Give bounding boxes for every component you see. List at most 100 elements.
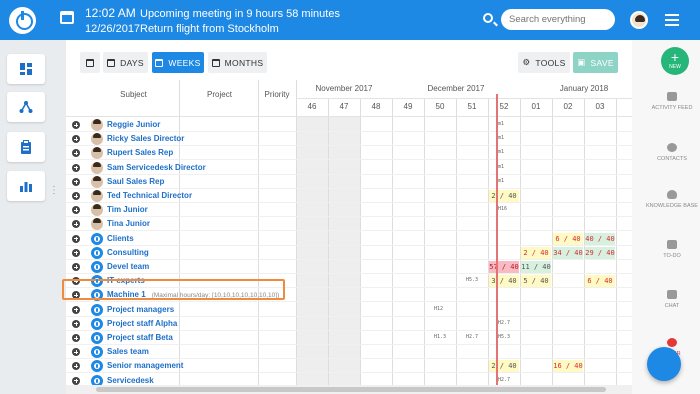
allocation-cell[interactable]: 2 / 40 [489,360,519,373]
allocation-hours[interactable]: m1 [498,178,504,184]
allocation-hours[interactable]: H1.3 [434,334,446,340]
resource-name[interactable]: Servicedesk [107,376,154,385]
logo-icon[interactable] [9,7,36,34]
resource-name[interactable]: Ricky Sales Director [107,134,184,143]
allocation-hours[interactable]: H2.7 [466,334,478,340]
expand-icon[interactable] [72,248,80,257]
expand-icon[interactable] [72,149,80,158]
days-button[interactable]: DAYS [103,52,148,73]
allocation-hours[interactable]: H5.3 [466,277,478,283]
contacts-link[interactable]: CONTACTS [642,143,700,163]
allocation-hours[interactable]: H2.7 [498,377,510,383]
allocation-cell[interactable]: 34 / 40 [553,246,583,259]
resource-name[interactable]: Tina Junior [107,219,150,228]
week-label[interactable]: 49 [392,102,424,111]
dashboard-button[interactable] [7,54,45,84]
allocation-cell[interactable]: 11 / 40 [521,261,551,273]
allocation-cell[interactable]: 6 / 40 [585,275,615,288]
calendar-icon[interactable] [60,11,74,24]
allocation-hours[interactable]: H12 [434,306,443,312]
allocation-cell[interactable]: 57 / 40 [489,261,519,273]
priority-header[interactable]: Priority [261,90,293,99]
allocation-cell[interactable]: 3 / 40 [489,275,519,288]
allocation-cell[interactable]: 16 / 40 [553,360,583,373]
allocation-hours[interactable]: m1 [498,164,504,170]
allocation-hours[interactable]: H2.7 [498,320,510,326]
resource-name[interactable]: Devel team [107,262,149,271]
allocation-hours[interactable]: H16 [498,206,507,212]
week-label[interactable]: 48 [360,102,392,111]
week-label[interactable]: 03 [584,102,616,111]
search-icon[interactable] [483,13,493,23]
resource-name[interactable]: Sam Servicedesk Director [107,163,206,172]
allocation-cell[interactable]: 2 / 40 [489,190,519,202]
expand-icon[interactable] [72,234,80,243]
resource-name[interactable]: Senior management [107,361,183,370]
project-header[interactable]: Project [181,90,258,99]
expand-icon[interactable] [72,348,80,357]
allocation-cell[interactable]: 6 / 40 [553,232,583,245]
week-label[interactable]: 01 [520,102,552,111]
allocation-hours[interactable]: m1 [498,121,504,127]
search-input[interactable] [501,9,615,30]
todo-link[interactable]: TO-DO [642,240,700,260]
resource-name[interactable]: Rupert Sales Rep [107,148,173,157]
week-label[interactable]: 47 [328,102,360,111]
expand-icon[interactable] [72,135,80,144]
structure-button[interactable] [7,92,45,122]
resource-name[interactable]: Ted Technical Director [107,191,192,200]
chat-link[interactable]: CHAT [642,290,700,310]
week-label[interactable]: 50 [424,102,456,111]
expand-icon[interactable] [72,220,80,229]
upcoming-meeting[interactable]: Upcoming meeting in 9 hours 58 minutes [140,8,340,20]
allocation-cell[interactable]: 5 / 40 [521,275,551,288]
tools-button[interactable]: ⚙ TOOLS [518,52,570,73]
knowledge-base-link[interactable]: KNOWLEDGE BASE [642,190,700,210]
expand-icon[interactable] [72,376,80,385]
expand-icon[interactable] [72,334,80,342]
allocation-hours[interactable]: m1 [498,149,504,155]
week-label[interactable]: 02 [552,102,584,111]
resource-name[interactable]: Sales team [107,347,149,356]
expand-icon[interactable] [72,177,80,186]
expand-icon[interactable] [72,362,80,371]
resource-name[interactable]: Reggie Junior [107,120,160,129]
months-button[interactable]: MONTHS [208,52,267,73]
resource-name[interactable]: Saul Sales Rep [107,177,164,186]
collapse-handle[interactable]: ⋮ [49,185,59,196]
horizontal-scrollbar[interactable] [66,385,632,394]
expand-icon[interactable] [72,192,80,200]
resource-name[interactable]: Project staff Beta [107,333,173,342]
resource-name[interactable]: Consulting [107,248,149,257]
calendar-button[interactable] [80,52,100,73]
reports-button[interactable] [7,171,45,201]
resource-name[interactable]: Tim Junior [107,205,148,214]
resource-name[interactable]: Project managers [107,305,174,314]
allocation-hours[interactable]: H5.3 [498,334,510,340]
menu-icon[interactable] [665,14,679,26]
week-label[interactable]: 52 [488,102,520,111]
activity-feed-link[interactable]: ACTIVITY FEED [642,92,700,112]
expand-icon[interactable] [72,305,80,314]
upcoming-event[interactable]: Return flight from Stockholm [140,23,279,35]
tasks-button[interactable] [7,132,45,162]
save-button[interactable]: ▣ SAVE [573,52,618,73]
new-button[interactable]: + NEW [661,47,689,75]
scrollbar-thumb[interactable] [96,387,606,392]
floating-action-button[interactable] [647,347,681,381]
subject-header[interactable]: Subject [86,90,181,99]
resource-name[interactable]: Clients [107,234,134,243]
expand-icon[interactable] [72,121,80,129]
expand-icon[interactable] [72,163,80,172]
expand-icon[interactable] [72,263,80,271]
allocation-cell[interactable]: 29 / 40 [585,246,615,259]
weeks-button[interactable]: WEEKS [152,52,204,73]
allocation-cell[interactable]: 40 / 40 [585,232,615,245]
week-label[interactable]: 51 [456,102,488,111]
user-avatar[interactable] [630,11,648,29]
week-label[interactable]: 46 [296,102,328,111]
expand-icon[interactable] [72,206,80,215]
allocation-cell[interactable]: 2 / 40 [521,246,551,259]
expand-icon[interactable] [72,319,80,328]
allocation-hours[interactable]: m1 [498,135,504,141]
